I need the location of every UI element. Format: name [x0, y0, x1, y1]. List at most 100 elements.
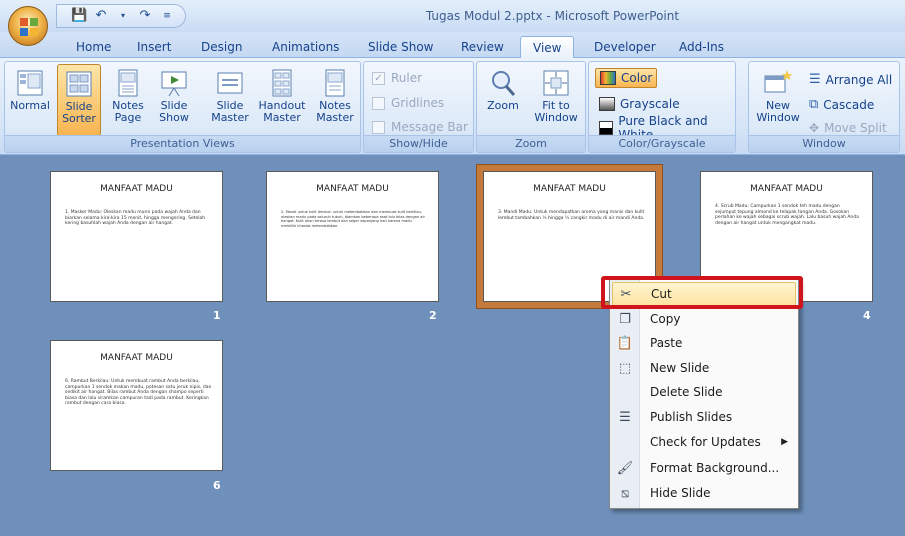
new-window-label-2: Window [756, 111, 800, 124]
slide-show-label-2: Show [159, 111, 189, 124]
tab-design[interactable]: Design [201, 38, 242, 58]
submenu-arrow-icon: ▶ [781, 437, 788, 447]
slide-body: 1. Masker Madu: Oleskan madu murni pada … [65, 210, 206, 226]
tab-add-ins[interactable]: Add-Ins [679, 38, 724, 58]
slide-master-icon [217, 72, 243, 94]
menu-item-check-for-updates[interactable]: Check for Updates ▶ [612, 430, 796, 454]
slide-body: 6. Rambut Berkilau: Untuk membuat rambut… [65, 379, 212, 406]
cascade-label: Cascade [823, 97, 875, 112]
hide-slide-icon: ⧅ [620, 485, 630, 501]
tab-insert[interactable]: Insert [137, 38, 171, 58]
publish-slides-icon: ☰ [619, 409, 631, 425]
move-split-icon: ✥ [809, 121, 820, 135]
slide-body: 4. Scrub Madu: Campurkan 1 sendok teh ma… [715, 204, 859, 226]
tab-view[interactable]: View [520, 36, 575, 59]
message-bar-label: Message Bar [391, 120, 468, 134]
black-white-swatch-icon [599, 121, 614, 135]
fit-to-window-icon [543, 70, 569, 96]
group-label-color-grayscale: Color/Grayscale [589, 135, 735, 152]
menu-item-paste[interactable]: 📋 Paste [612, 331, 796, 355]
slide-thumbnail-6[interactable]: MANFAAT MADU 6. Rambut Berkilau: Untuk m… [50, 340, 223, 471]
notes-page-button[interactable]: Notes Page [107, 64, 149, 136]
color-label: Color [621, 71, 653, 85]
new-window-icon [764, 70, 792, 93]
arrange-all-button[interactable]: ☰ Arrange All [809, 72, 892, 87]
notes-page-label-2: Page [114, 111, 142, 124]
menu-item-new-slide[interactable]: ⬚ New Slide [612, 356, 796, 380]
cascade-icon: ⧉ [809, 97, 819, 112]
normal-view-button[interactable]: Normal [7, 64, 53, 136]
slide-show-button[interactable]: Slide Show [153, 64, 195, 136]
menu-item-label: Check for Updates [650, 435, 761, 449]
cascade-button[interactable]: ⧉ Cascade [809, 97, 874, 112]
check-icon: ✓ [372, 71, 385, 85]
menu-item-delete-slide[interactable]: Delete Slide [612, 380, 796, 404]
move-split-button[interactable]: ✥ Move Split [809, 121, 887, 135]
arrange-all-icon: ☰ [809, 72, 821, 87]
zoom-label: Zoom [487, 99, 519, 112]
checkbox-empty-icon [372, 96, 385, 110]
slide-sorter-icon [66, 71, 92, 97]
office-logo-icon [20, 18, 38, 36]
grayscale-button[interactable]: Grayscale [595, 94, 684, 114]
menu-item-label: Delete Slide [650, 385, 723, 399]
slide-title: MANFAAT MADU [100, 184, 173, 194]
slide-sorter-label-2: Sorter [62, 112, 96, 125]
menu-item-label: New Slide [650, 361, 710, 375]
tab-developer[interactable]: Developer [594, 38, 656, 58]
menu-item-label: Format Background... [650, 461, 780, 475]
paste-icon: 📋 [616, 335, 634, 351]
notes-master-icon [325, 69, 345, 97]
fit-to-window-button[interactable]: Fit to Window [529, 64, 583, 136]
slide-thumbnail-2[interactable]: MANFAAT MADU 2. Mandi untuk kulit lembut… [266, 171, 439, 302]
tab-animations[interactable]: Animations [272, 38, 339, 58]
slide-title: MANFAAT MADU [750, 184, 823, 194]
notes-master-button[interactable]: Notes Master [311, 64, 359, 136]
copy-icon: ❐ [619, 311, 631, 327]
title-bar: 💾 ↶ ▾ ↷ ≡ Tugas Modul 2.pptx - Microsoft… [0, 0, 905, 32]
group-label-window: Window [749, 135, 899, 152]
new-window-button[interactable]: New Window [753, 64, 803, 136]
slide-master-label-2: Master [211, 111, 249, 124]
group-presentation-views: Normal Slide Sorter Notes Page Slide Sho… [4, 61, 361, 153]
menu-item-publish-slides[interactable]: ☰ Publish Slides [612, 405, 796, 429]
group-zoom: Zoom Fit to Window Zoom [476, 61, 586, 153]
window-title: Tugas Modul 2.pptx - Microsoft PowerPoin… [425, 9, 680, 23]
menu-item-hide-slide[interactable]: ⧅ Hide Slide [612, 481, 796, 505]
menu-item-format-background[interactable]: 🖌 Format Background... [612, 456, 796, 480]
group-color-grayscale: Color Grayscale Pure Black and White Col… [588, 61, 736, 153]
handout-master-label-2: Master [263, 111, 301, 124]
group-label-zoom: Zoom [477, 135, 585, 152]
message-bar-checkbox[interactable]: Message Bar [372, 120, 468, 134]
ruler-label: Ruler [391, 71, 423, 85]
grayscale-label: Grayscale [620, 97, 680, 111]
ruler-checkbox[interactable]: ✓ Ruler [372, 71, 422, 85]
menu-item-label: Hide Slide [650, 486, 711, 500]
fit-to-window-label-2: Window [534, 111, 578, 124]
slide-thumbnail-1[interactable]: MANFAAT MADU 1. Masker Madu: Oleskan mad… [50, 171, 223, 302]
office-button[interactable] [8, 6, 48, 46]
notes-page-icon [118, 69, 138, 97]
tab-review[interactable]: Review [461, 38, 504, 58]
checkbox-empty-icon [372, 120, 385, 134]
menu-item-label: Paste [650, 336, 683, 350]
zoom-button[interactable]: Zoom [481, 64, 525, 136]
slide-number-2: 2 [429, 309, 437, 322]
slide-title: MANFAAT MADU [100, 353, 173, 363]
slide-master-button[interactable]: Slide Master [207, 64, 253, 136]
tab-home[interactable]: Home [76, 38, 111, 58]
gridlines-checkbox[interactable]: Gridlines [372, 96, 444, 110]
slide-sorter-button[interactable]: Slide Sorter [57, 64, 101, 136]
menu-item-copy[interactable]: ❐ Copy [612, 307, 796, 331]
group-show-hide: ✓ Ruler Gridlines Message Bar Show/Hide [363, 61, 474, 153]
color-button[interactable]: Color [595, 68, 658, 88]
slide-show-icon [161, 71, 187, 97]
slide-number-1: 1 [213, 309, 221, 322]
ribbon: Normal Slide Sorter Notes Page Slide Sho… [0, 58, 905, 155]
format-background-icon: 🖌 [616, 460, 634, 476]
normal-view-label: Normal [10, 99, 50, 112]
slide-number-6: 6 [213, 479, 221, 492]
tab-slide-show[interactable]: Slide Show [368, 38, 433, 58]
handout-master-button[interactable]: Handout Master [256, 64, 308, 136]
menu-item-label: Publish Slides [650, 410, 733, 424]
